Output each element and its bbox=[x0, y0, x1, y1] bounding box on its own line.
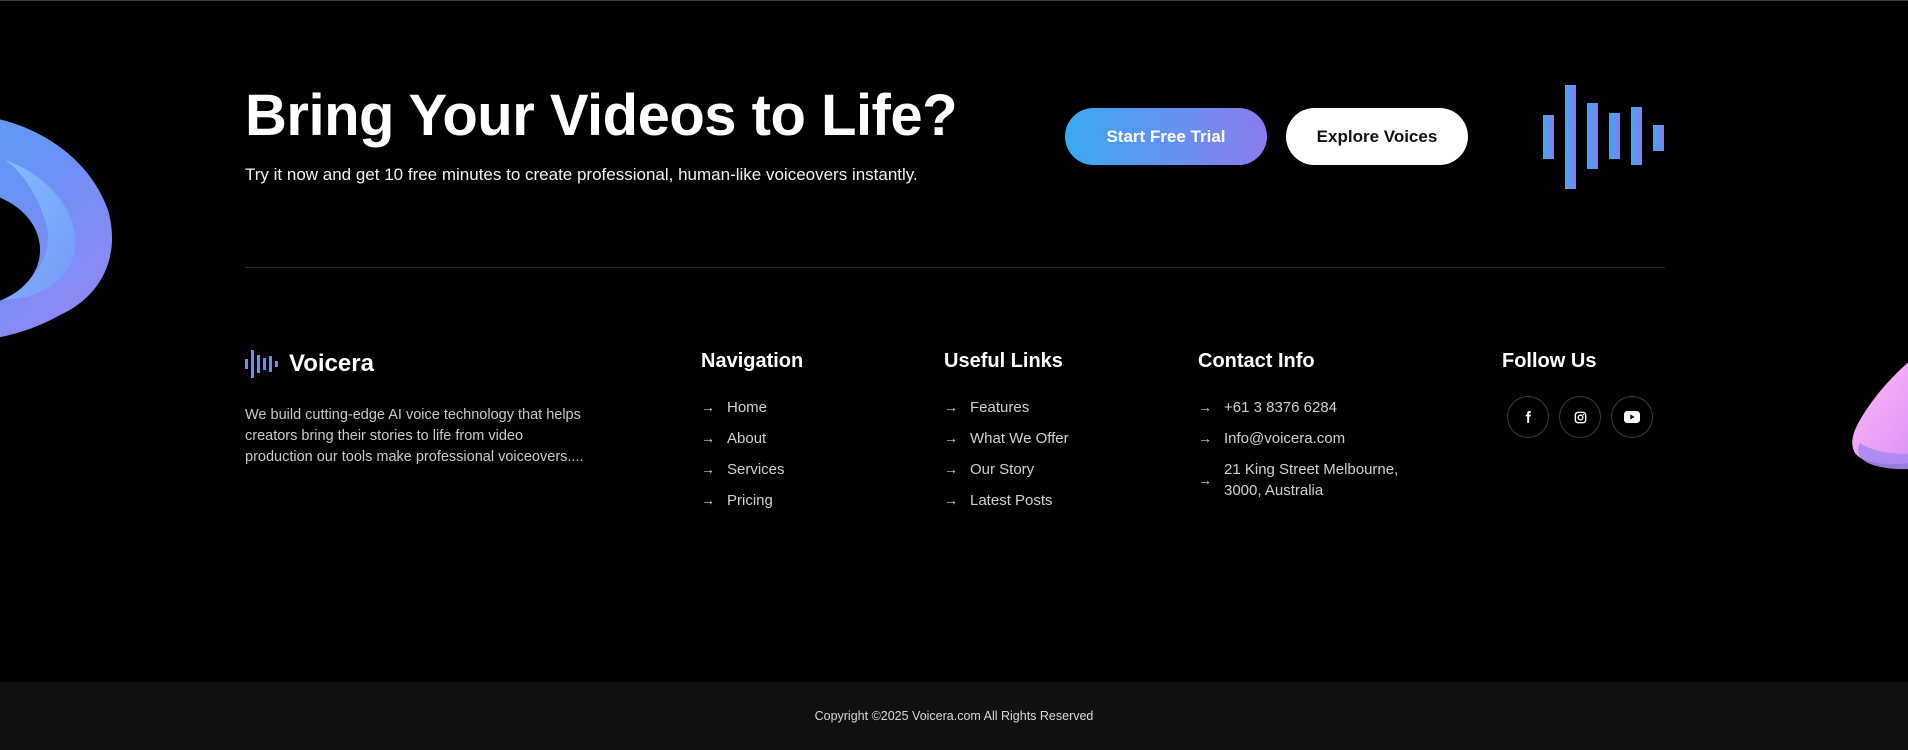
nav-item-home[interactable]: → Home bbox=[701, 397, 785, 428]
section-divider bbox=[245, 267, 1665, 268]
nav-item-about[interactable]: → About bbox=[701, 428, 785, 459]
arrow-right-icon: → bbox=[701, 461, 715, 477]
useful-links-list: → Features → What We Offer → Our Story → Lat… bbox=[944, 397, 1069, 521]
phone-number[interactable]: +61 3 8376 6284 bbox=[1224, 397, 1337, 418]
follow-us-heading: Follow Us bbox=[1502, 350, 1597, 372]
voicera-logo-icon bbox=[245, 350, 278, 378]
contact-info-heading: Contact Info bbox=[1198, 350, 1315, 372]
cta-title: Bring Your Videos to Life? bbox=[245, 83, 958, 148]
link-item-features[interactable]: → Features bbox=[944, 397, 1069, 428]
start-free-trial-button[interactable]: Start Free Trial bbox=[1065, 108, 1267, 165]
address-line-2: 3000, Australia bbox=[1224, 482, 1324, 499]
nav-item-pricing[interactable]: → Pricing bbox=[701, 490, 785, 521]
arrow-right-icon: → bbox=[944, 461, 958, 477]
sound-wave-icon bbox=[1543, 85, 1664, 189]
social-links bbox=[1507, 396, 1653, 438]
nav-item-label[interactable]: Services bbox=[727, 459, 785, 480]
top-border bbox=[0, 0, 1908, 1]
arrow-right-icon: → bbox=[1198, 430, 1212, 446]
contact-phone[interactable]: → +61 3 8376 6284 bbox=[1198, 397, 1398, 428]
arrow-right-icon: → bbox=[944, 492, 958, 508]
instagram-button[interactable] bbox=[1559, 396, 1601, 438]
arrow-right-icon: → bbox=[944, 430, 958, 446]
facebook-icon bbox=[1525, 411, 1531, 423]
instagram-icon bbox=[1574, 411, 1586, 423]
arrow-right-icon: → bbox=[1198, 472, 1212, 488]
navigation-list: → Home → About → Services → Pricing bbox=[701, 397, 785, 521]
brand-description: We build cutting-edge AI voice technolog… bbox=[245, 407, 584, 465]
contact-email[interactable]: → Info@voicera.com bbox=[1198, 428, 1398, 459]
nav-item-label[interactable]: About bbox=[727, 428, 766, 449]
decorative-pink-shape bbox=[1852, 362, 1908, 470]
nav-item-services[interactable]: → Services bbox=[701, 459, 785, 490]
link-item-our-story[interactable]: → Our Story bbox=[944, 459, 1069, 490]
arrow-right-icon: → bbox=[701, 430, 715, 446]
navigation-heading: Navigation bbox=[701, 350, 804, 372]
link-item-label[interactable]: Latest Posts bbox=[970, 490, 1053, 511]
youtube-icon bbox=[1624, 411, 1640, 423]
footer-page: Bring Your Videos to Life? Try it now an… bbox=[0, 0, 1908, 750]
cta-subtitle: Try it now and get 10 free minutes to cr… bbox=[245, 165, 918, 184]
arrow-right-icon: → bbox=[701, 399, 715, 415]
email-address[interactable]: Info@voicera.com bbox=[1224, 428, 1345, 449]
arrow-right-icon: → bbox=[944, 399, 958, 415]
copyright-bar: Copyright ©2025 Voicera.com All Rights R… bbox=[0, 682, 1908, 750]
copyright-text: Copyright ©2025 Voicera.com All Rights R… bbox=[814, 709, 1094, 723]
address-line-1: 21 King Street Melbourne, bbox=[1224, 461, 1399, 478]
nav-item-label[interactable]: Home bbox=[727, 397, 767, 418]
contact-list: → +61 3 8376 6284 → Info@voicera.com → 21 … bbox=[1198, 397, 1398, 501]
contact-address: → 21 King Street Melbourne, 3000, Austra… bbox=[1198, 459, 1398, 501]
explore-voices-button[interactable]: Explore Voices bbox=[1286, 108, 1468, 165]
link-item-latest-posts[interactable]: → Latest Posts bbox=[944, 490, 1069, 521]
arrow-right-icon: → bbox=[1198, 399, 1212, 415]
link-item-what-we-offer[interactable]: → What We Offer bbox=[944, 428, 1069, 459]
brand-name: Voicera bbox=[289, 350, 374, 377]
decorative-ring-shape bbox=[0, 119, 112, 338]
youtube-button[interactable] bbox=[1611, 396, 1653, 438]
brand-logo-link[interactable]: Voicera bbox=[245, 349, 374, 379]
facebook-button[interactable] bbox=[1507, 396, 1549, 438]
link-item-label[interactable]: Features bbox=[970, 397, 1029, 418]
arrow-right-icon: → bbox=[701, 492, 715, 508]
link-item-label[interactable]: Our Story bbox=[970, 459, 1034, 480]
link-item-label[interactable]: What We Offer bbox=[970, 428, 1069, 449]
address: 21 King Street Melbourne, 3000, Australi… bbox=[1224, 459, 1398, 501]
nav-item-label[interactable]: Pricing bbox=[727, 490, 773, 511]
useful-links-heading: Useful Links bbox=[944, 350, 1063, 372]
